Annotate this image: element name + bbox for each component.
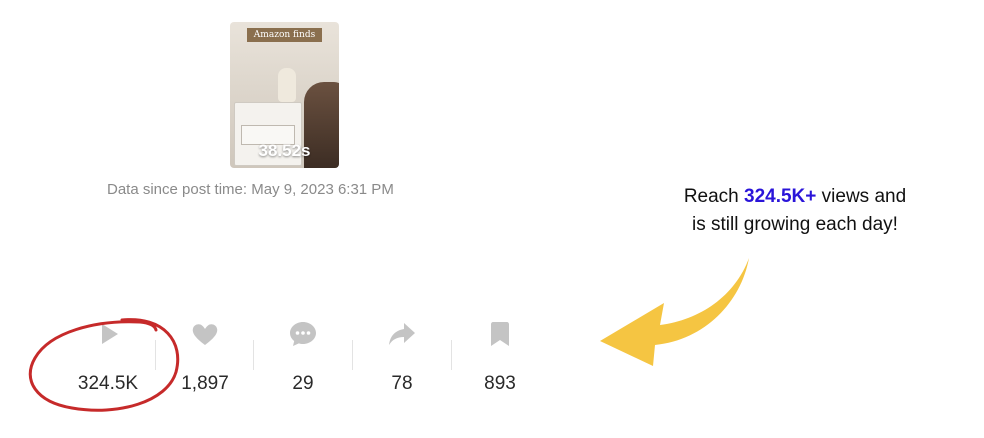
callout-arrow: [600, 258, 749, 366]
video-thumbnail[interactable]: Amazon finds 38.52s: [230, 22, 339, 168]
post-time-note: Data since post time: May 9, 2023 6:31 P…: [107, 181, 394, 198]
callout-line-1: Reach 324.5K+ views and: [640, 183, 950, 211]
saves-count: 893: [484, 373, 516, 394]
shares-count: 78: [391, 373, 413, 394]
views-count: 324.5K: [77, 373, 139, 394]
vase-shape: [278, 68, 296, 102]
stat-saves[interactable]: 893: [450, 315, 550, 405]
callout-prefix: Reach: [683, 186, 745, 207]
video-duration: 38.52s: [258, 141, 311, 160]
callout-highlight: 324.5K+: [744, 186, 817, 207]
heart-icon: [192, 324, 218, 345]
bookmark-icon: [491, 322, 509, 346]
callout-line-2: is still growing each day!: [692, 214, 898, 235]
play-icon: [102, 324, 118, 344]
stat-comments[interactable]: 29: [253, 315, 353, 405]
thumbnail-tag: Amazon finds: [247, 28, 322, 42]
stats-bar: 324.5K 1,897 29 78 893: [55, 315, 555, 405]
comments-count: 29: [292, 373, 314, 394]
callout-suffix: views and: [816, 186, 907, 207]
stat-views[interactable]: 324.5K: [58, 315, 158, 405]
share-icon: [389, 323, 415, 345]
stat-likes[interactable]: 1,897: [155, 315, 255, 405]
stat-shares[interactable]: 78: [352, 315, 452, 405]
likes-count: 1,897: [181, 373, 229, 394]
comment-icon: [290, 322, 316, 346]
views-callout: Reach 324.5K+ views and is still growing…: [640, 183, 950, 239]
